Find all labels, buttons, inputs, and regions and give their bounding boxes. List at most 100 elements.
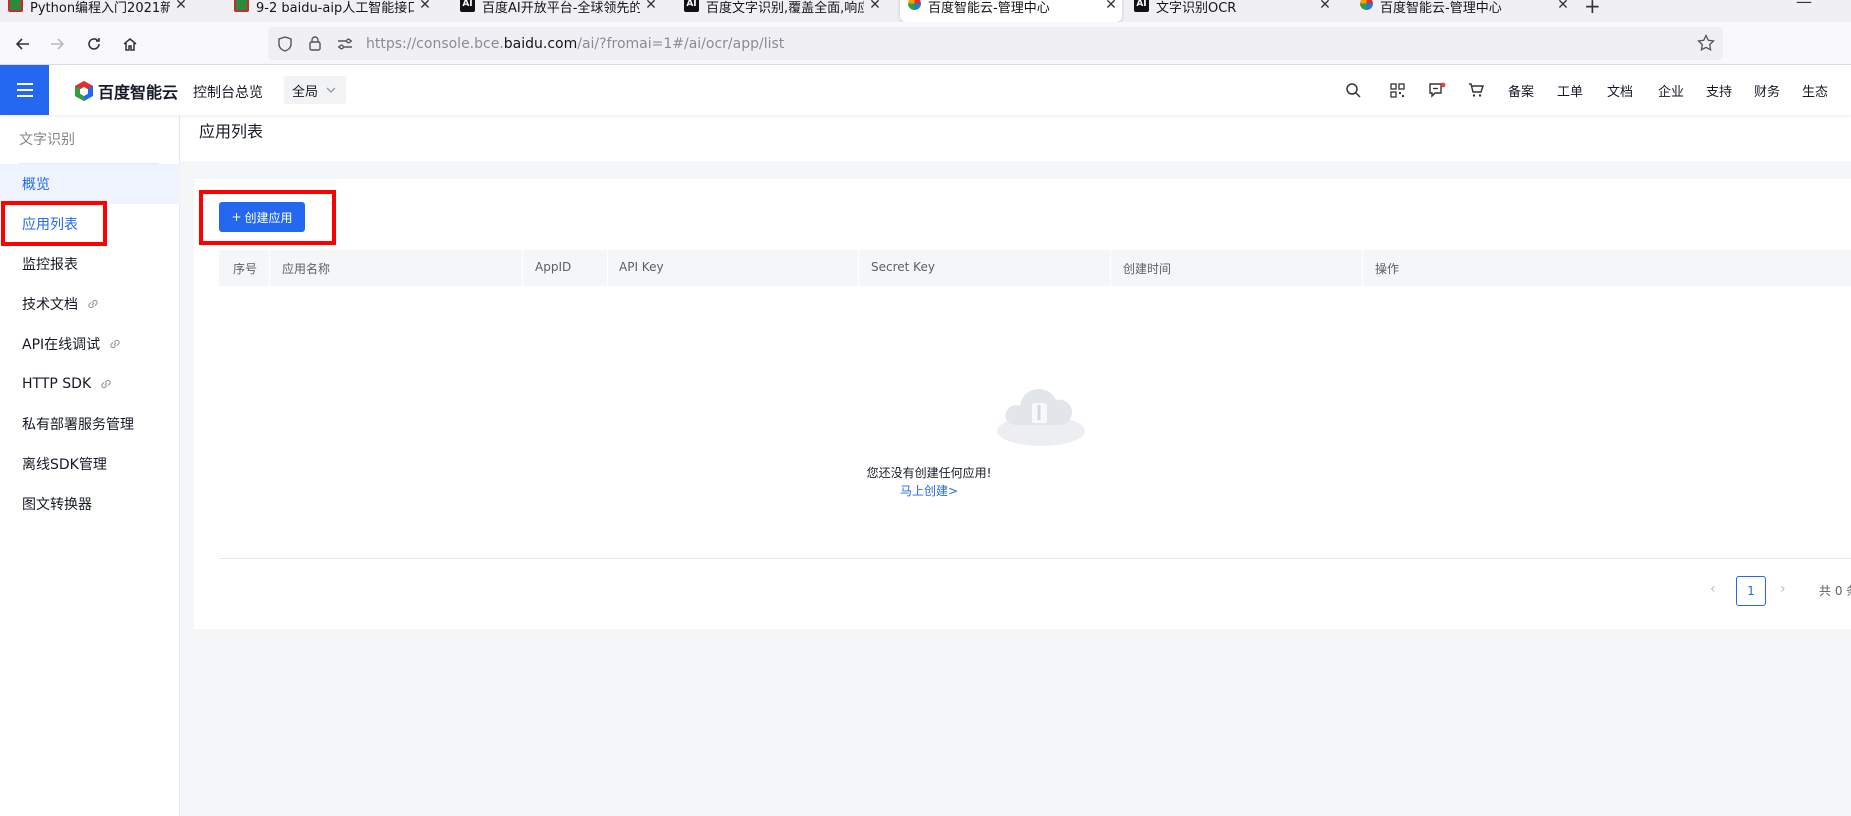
external-link-icon	[86, 297, 100, 311]
new-tab-icon[interactable]: +	[1584, 0, 1601, 18]
home-icon[interactable]	[117, 31, 143, 57]
sidebar-item-tech-docs[interactable]: 技术文档	[0, 284, 180, 324]
empty-state-text: 您还没有创建任何应用!	[866, 466, 992, 480]
external-link-icon	[108, 337, 122, 351]
browser-tab[interactable]: 9-2 baidu-aip人工智能接口（ ✕	[226, 0, 436, 22]
column-divider	[607, 250, 608, 286]
chevron-down-icon	[326, 87, 336, 93]
close-tab-icon[interactable]: ✕	[1314, 0, 1336, 13]
nav-ecosystem[interactable]: 生态	[1802, 81, 1828, 100]
browser-tab-strip: Python编程入门2021新版教程 ✕ 9-2 baidu-aip人工智能接口…	[0, 0, 1851, 22]
column-divider	[522, 250, 523, 286]
column-header-app-id: AppID	[535, 260, 572, 274]
brand-logo[interactable]: 百度智能云	[74, 79, 178, 103]
next-page-icon[interactable]: ›	[1780, 581, 1786, 597]
column-divider	[858, 250, 859, 286]
column-header-api-key: API Key	[619, 260, 664, 274]
sidebar-item-label: 离线SDK管理	[22, 457, 107, 473]
message-icon[interactable]	[1427, 80, 1447, 100]
sidebar-item-http-sdk[interactable]: HTTP SDK	[0, 364, 180, 404]
bookmark-star-icon[interactable]	[1697, 33, 1715, 56]
sidebar-item-label: 概览	[22, 177, 50, 193]
browser-tab-title: 文字识别OCR	[1156, 1, 1237, 16]
region-value: 全局	[292, 84, 319, 100]
nav-finance[interactable]: 财务	[1754, 81, 1780, 100]
sidebar-title: 文字识别	[19, 132, 75, 148]
console-home-link[interactable]: 控制台总览	[193, 82, 263, 102]
annotation-box-create-app	[199, 190, 336, 245]
close-tab-icon[interactable]: ✕	[864, 0, 886, 13]
browser-tab-active[interactable]: 百度智能云-管理中心 ✕	[900, 0, 1122, 22]
close-tab-icon[interactable]: ✕	[640, 0, 662, 13]
ai-favicon-icon: AI	[460, 0, 475, 12]
table-header: 序号 应用名称 AppID API Key Secret Key 创建时间 操作	[219, 250, 1851, 286]
minimize-window-icon[interactable]: —	[1796, 0, 1812, 11]
close-tab-icon[interactable]: ✕	[1100, 0, 1122, 13]
browser-tab-title: 9-2 baidu-aip人工智能接口（	[256, 1, 414, 16]
shopping-cart-icon[interactable]	[1466, 80, 1486, 100]
lock-icon[interactable]	[302, 36, 328, 51]
browser-tab[interactable]: 百度智能云-管理中心 ✕	[1352, 0, 1574, 22]
region-select[interactable]: 全局	[284, 76, 346, 104]
column-divider	[1362, 250, 1363, 286]
ai-favicon-icon: AI	[1134, 0, 1149, 12]
prev-page-icon[interactable]: ‹	[1710, 581, 1716, 597]
nav-support[interactable]: 支持	[1706, 81, 1732, 100]
browser-tab-title: 百度文字识别,覆盖全面,响应迅	[706, 1, 864, 16]
reload-icon[interactable]	[81, 31, 107, 57]
back-arrow-icon[interactable]	[10, 31, 36, 57]
nav-enterprise[interactable]: 企业	[1658, 81, 1684, 100]
column-header-index: 序号	[233, 262, 258, 276]
brand-name: 百度智能云	[98, 83, 179, 102]
browser-tab[interactable]: AI 百度AI开放平台-全球领先的人工 ✕	[452, 0, 662, 22]
address-bar[interactable]: https://console.bce.baidu.com/ai/?fromai…	[268, 27, 1723, 60]
shield-icon[interactable]	[272, 35, 298, 52]
column-header-actions: 操作	[1375, 262, 1400, 276]
sidebar-item-api-debug[interactable]: API在线调试	[0, 324, 180, 364]
column-header-app-name: 应用名称	[282, 262, 331, 276]
hamburger-icon	[16, 83, 33, 97]
sidebar-item-overview[interactable]: 概览	[0, 164, 180, 204]
sidebar-item-label: HTTP SDK	[22, 376, 92, 392]
page-title: 应用列表	[199, 122, 264, 141]
page-permissions-icon[interactable]	[332, 37, 358, 51]
empty-cloud-icon	[997, 389, 1085, 446]
menu-toggle-button[interactable]	[0, 65, 49, 115]
browser-nav-bar: https://console.bce.baidu.com/ai/?fromai…	[0, 22, 1851, 65]
sidebar-item-offline-sdk[interactable]: 离线SDK管理	[0, 444, 180, 484]
total-count: 共 0 条	[1819, 584, 1851, 598]
external-link-icon	[99, 377, 113, 391]
browser-tab[interactable]: AI 文字识别OCR ✕	[1126, 0, 1336, 22]
python-favicon-icon	[8, 0, 23, 12]
forward-arrow-icon[interactable]	[44, 31, 70, 57]
browser-tab[interactable]: AI 百度文字识别,覆盖全面,响应迅 ✕	[676, 0, 886, 22]
create-now-link[interactable]: 马上创建>	[900, 484, 958, 498]
sidebar-item-image-converter[interactable]: 图文转换器	[0, 484, 180, 524]
close-tab-icon[interactable]: ✕	[1552, 0, 1574, 13]
nav-docs[interactable]: 文档	[1607, 81, 1633, 100]
browser-tab-title: Python编程入门2021新版教程	[30, 1, 170, 16]
ai-favicon-icon: AI	[684, 0, 699, 12]
nav-filing[interactable]: 备案	[1508, 81, 1534, 100]
sidebar-item-label: 图文转换器	[22, 497, 92, 513]
browser-tab-title: 百度智能云-管理中心	[928, 1, 1050, 16]
nav-tickets[interactable]: 工单	[1557, 81, 1583, 100]
panel-divider	[219, 558, 1851, 559]
column-divider	[1110, 250, 1111, 286]
baidu-cloud-favicon-icon	[908, 0, 921, 10]
python-favicon-icon	[234, 0, 249, 12]
search-icon[interactable]	[1343, 80, 1363, 100]
sidebar-item-monitoring[interactable]: 监控报表	[0, 244, 180, 284]
column-divider	[269, 250, 270, 286]
sidebar-item-private-deploy[interactable]: 私有部署服务管理	[0, 404, 180, 444]
annotation-box-app-list	[1, 201, 107, 246]
qr-code-icon[interactable]	[1387, 80, 1407, 100]
browser-tab[interactable]: Python编程入门2021新版教程 ✕	[0, 0, 192, 22]
baidu-cloud-logo-icon	[75, 81, 93, 101]
page-number-current[interactable]: 1	[1736, 576, 1766, 606]
sidebar-item-label: 私有部署服务管理	[22, 417, 134, 433]
close-tab-icon[interactable]: ✕	[414, 0, 436, 13]
close-tab-icon[interactable]: ✕	[170, 0, 192, 13]
browser-tab-title: 百度AI开放平台-全球领先的人工	[482, 1, 640, 16]
sidebar-item-label: 技术文档	[22, 297, 78, 313]
